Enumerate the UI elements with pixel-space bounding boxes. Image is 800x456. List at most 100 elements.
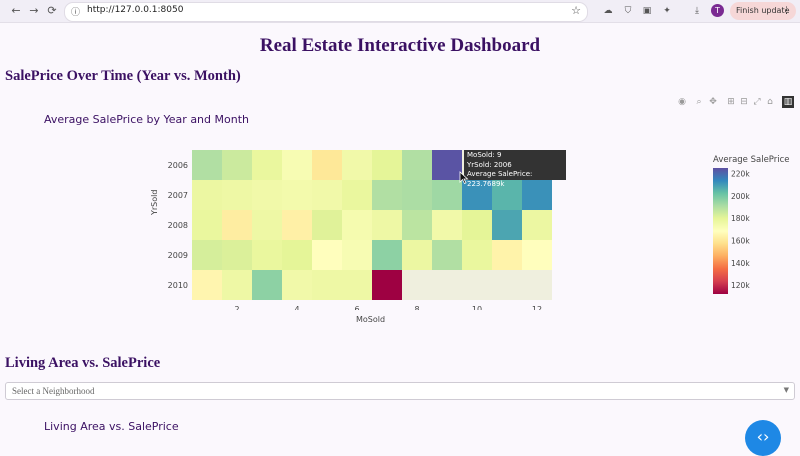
y-tick-label: 2008 [168, 221, 188, 230]
y-tick-label: 2006 [168, 161, 188, 170]
zoom-out-icon[interactable]: ⊟ [738, 96, 750, 108]
zoom-in-icon[interactable]: ⊞ [725, 96, 737, 108]
heatmap-cell[interactable] [312, 210, 342, 240]
neighborhood-dropdown[interactable]: Select a Neighborhood ▼ [5, 382, 795, 400]
heatmap-cell[interactable] [432, 150, 462, 180]
y-tick-label: 2010 [168, 281, 188, 290]
colorbar-tick-label: 120k [731, 281, 750, 290]
heatmap-cell[interactable] [252, 210, 282, 240]
heatmap-cell[interactable] [402, 150, 432, 180]
pan-icon[interactable]: ✥ [707, 96, 719, 108]
x-tick-label: 6 [354, 305, 359, 310]
heatmap-cell[interactable] [252, 240, 282, 270]
heatmap-cell[interactable] [192, 270, 222, 300]
colorbar-tick-label: 200k [731, 192, 750, 201]
autoscale-icon[interactable]: ⤢ [751, 96, 763, 108]
site-info-icon[interactable]: ⓘ [71, 5, 80, 18]
heatmap-cell[interactable] [312, 240, 342, 270]
url-text: http://127.0.0.1:8050 [87, 5, 184, 15]
heatmap-cell[interactable] [222, 240, 252, 270]
profile-avatar[interactable]: T [711, 4, 724, 17]
heatmap-cell[interactable] [192, 240, 222, 270]
heatmap-cell[interactable] [192, 150, 222, 180]
heatmap-cell[interactable] [282, 270, 312, 300]
heatmap-cell[interactable] [432, 210, 462, 240]
heatmap-cell[interactable] [402, 180, 432, 210]
x-tick-label: 10 [472, 305, 482, 310]
tooltip-line-price: Average SalePrice: 223.7689k [467, 170, 533, 188]
heatmap-chart[interactable]: 2006 2007 2008 2009 2010 2 4 6 8 10 12 220k 200k 180k… [150, 140, 770, 310]
heatmap-cell[interactable] [372, 150, 402, 180]
x-tick-label: 4 [294, 305, 299, 310]
heatmap-cell[interactable] [222, 150, 252, 180]
heatmap-cell[interactable] [372, 270, 402, 300]
forward-icon[interactable]: → [26, 3, 42, 19]
x-tick-label: 2 [234, 305, 239, 310]
heatmap-cell[interactable] [492, 240, 522, 270]
heatmap-cell[interactable] [312, 150, 342, 180]
heatmap-cell[interactable] [432, 240, 462, 270]
heatmap-cell[interactable] [252, 270, 282, 300]
colorbar-tick-label: 180k [731, 214, 750, 223]
heatmap-cell[interactable] [282, 180, 312, 210]
heatmap-cell[interactable] [222, 210, 252, 240]
browser-toolbar: ← → ⟳ ⓘ http://127.0.0.1:8050 ☆ ☁ ⛉ ▣ ✦ … [0, 0, 800, 23]
heatmap-cell[interactable] [192, 210, 222, 240]
more-menu-icon: ⋮ [782, 6, 791, 16]
heatmap-cell[interactable] [402, 210, 432, 240]
heatmap-cell[interactable] [342, 240, 372, 270]
heatmap-cell[interactable] [192, 180, 222, 210]
colorbar-tick-label: 140k [731, 259, 750, 268]
heatmap-cell[interactable] [372, 180, 402, 210]
zoom-icon[interactable]: ⌕ [693, 96, 705, 108]
camera-icon[interactable]: ◉ [676, 96, 688, 108]
heatmap-cell[interactable] [492, 210, 522, 240]
heatmap-cell[interactable] [282, 240, 312, 270]
heatmap-cell[interactable] [522, 210, 552, 240]
heatmap-cell[interactable] [222, 270, 252, 300]
y-axis-label: YrSold [150, 189, 159, 215]
finish-update-button[interactable]: Finish update ⋮ [730, 2, 796, 20]
chevron-down-icon: ▼ [783, 386, 789, 394]
x-tick-label: 12 [532, 305, 542, 310]
heatmap-cell[interactable] [372, 240, 402, 270]
heatmap-cell[interactable] [222, 180, 252, 210]
heatmap-cell[interactable] [342, 210, 372, 240]
heatmap-cell[interactable] [282, 210, 312, 240]
heatmap-cell[interactable] [342, 270, 372, 300]
code-toggle-button[interactable]: ‹› [745, 420, 781, 456]
heatmap-cell[interactable] [432, 180, 462, 210]
section-heading-saleprice-time: SalePrice Over Time (Year vs. Month) [5, 68, 241, 84]
heatmap-cell[interactable] [342, 150, 372, 180]
x-axis-label: MoSold [356, 315, 386, 324]
plotly-logo-icon[interactable]: ▥ [782, 96, 794, 108]
plot2-title: Living Area vs. SalePrice [44, 420, 179, 433]
heatmap-cell[interactable] [522, 240, 552, 270]
heatmap-cell[interactable] [462, 240, 492, 270]
extension-cloud-icon[interactable]: ☁ [601, 4, 615, 18]
extension-media-icon[interactable]: ▣ [640, 4, 654, 18]
y-tick-label: 2009 [168, 251, 188, 260]
extensions-puzzle-icon[interactable]: ✦ [660, 4, 674, 18]
download-icon[interactable]: ⤓ [690, 4, 704, 18]
reset-axes-icon[interactable]: ⌂ [764, 96, 776, 108]
heatmap-cell[interactable] [252, 180, 282, 210]
heatmap-cell[interactable] [282, 150, 312, 180]
page-title: Real Estate Interactive Dashboard [259, 35, 541, 56]
tooltip-line-year: YrSold: 2006 [467, 160, 512, 169]
extension-shield-icon[interactable]: ⛉ [621, 4, 635, 18]
heatmap-cell[interactable] [372, 210, 402, 240]
heatmap-cell[interactable] [312, 180, 342, 210]
heatmap-cell[interactable] [342, 180, 372, 210]
bookmark-star-icon[interactable]: ☆ [571, 4, 581, 17]
tooltip-line-month: MoSold: 9 [467, 151, 502, 159]
address-bar[interactable]: ⓘ http://127.0.0.1:8050 ☆ [64, 2, 588, 22]
back-icon[interactable]: ← [8, 3, 24, 19]
reload-icon[interactable]: ⟳ [44, 3, 60, 19]
heatmap-cell[interactable] [252, 150, 282, 180]
colorbar [713, 168, 728, 294]
heatmap-cell[interactable] [402, 240, 432, 270]
y-tick-label: 2007 [168, 191, 188, 200]
heatmap-cell[interactable] [312, 270, 342, 300]
heatmap-cell[interactable] [462, 210, 492, 240]
